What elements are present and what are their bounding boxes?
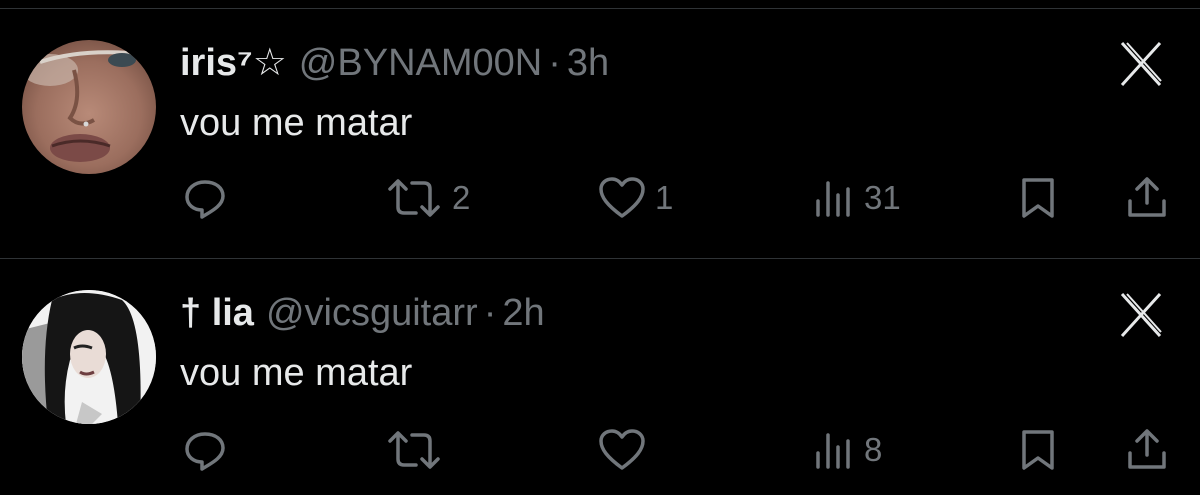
repost-icon [384, 427, 444, 473]
tweet[interactable]: † lia @vicsguitarr · 2h vou me matar 8 [0, 0, 1200, 471]
like-icon [597, 427, 647, 473]
reply-button[interactable] [182, 427, 228, 473]
tweet-divider [0, 258, 1200, 259]
tweet-text: vou me matar [180, 352, 413, 394]
user-handle[interactable]: @vicsguitarr [266, 290, 478, 336]
bookmark-button[interactable] [1018, 427, 1058, 473]
views-icon [810, 427, 856, 473]
share-button[interactable] [1124, 427, 1170, 473]
grok-icon[interactable] [1116, 290, 1166, 340]
avatar[interactable] [22, 290, 156, 424]
tweet-header: † lia @vicsguitarr · 2h [180, 290, 545, 336]
display-name[interactable]: † lia [180, 290, 254, 336]
repost-button[interactable] [384, 427, 444, 473]
bookmark-icon [1018, 427, 1058, 473]
timestamp[interactable]: 2h [502, 290, 544, 336]
separator-dot: · [483, 292, 497, 334]
views-count: 8 [864, 431, 883, 468]
reply-icon [182, 427, 228, 473]
like-button[interactable] [597, 427, 647, 473]
views-button[interactable]: 8 [810, 427, 882, 473]
share-icon [1124, 427, 1170, 473]
